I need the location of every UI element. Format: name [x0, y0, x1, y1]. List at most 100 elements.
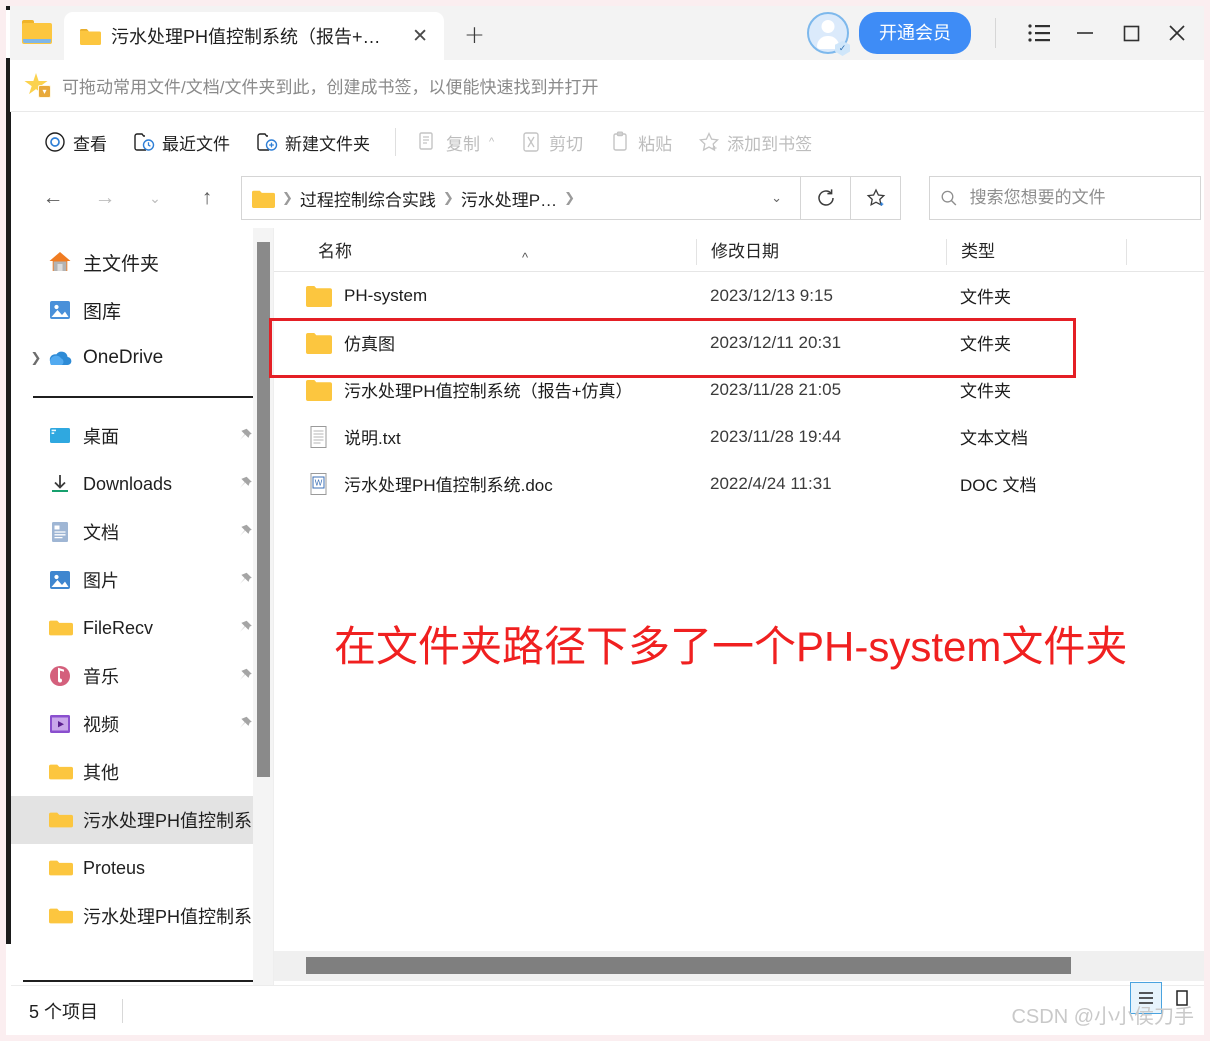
breadcrumb-separator-icon: ❯ — [564, 190, 576, 205]
folder-icon — [49, 812, 73, 828]
column-header-name[interactable]: 名称 ^ — [274, 239, 696, 265]
sidebar-item-home[interactable]: 主文件夹 — [11, 238, 273, 286]
menu-icon[interactable] — [1016, 11, 1062, 55]
close-icon[interactable] — [1154, 11, 1200, 55]
file-date-cell: 2023/11/28 19:44 — [710, 426, 842, 446]
file-name-cell[interactable]: 污水处理PH值控制系统（报告+仿真） — [274, 377, 696, 402]
add-bookmark-button[interactable] — [851, 176, 901, 220]
recent-files-button[interactable]: 最近文件 — [120, 122, 243, 162]
address-bar: ← → ⌄ ↑ ❯ 过程控制综合实践 ❯ 污水处理P… ❯ ⌄ — [11, 173, 1206, 223]
copy-caret-icon: ^ — [489, 136, 495, 148]
sidebar-item-onedrive[interactable]: ❯ OneDrive — [11, 334, 273, 382]
refresh-icon — [817, 189, 834, 206]
table-row[interactable]: W 污水处理PH值控制系统.doc 2022/4/24 11:31 DOC 文档 — [274, 460, 1206, 507]
navigation-sidebar: 主文件夹 图库 ❯ OneDrive 桌面 Downloads 文档 图片 Fi… — [11, 228, 273, 985]
documents-icon — [52, 522, 68, 542]
sidebar-group-quick: 主文件夹 图库 ❯ OneDrive — [11, 228, 273, 398]
sidebar-item-label: 主文件夹 — [83, 253, 160, 275]
sidebar-item-music[interactable]: 音乐 — [11, 652, 273, 700]
bookmark-bar[interactable]: ▾ 可拖动常用文件/文档/文件夹到此，创建成书签，以便能快速找到并打开 — [10, 60, 1206, 112]
sidebar-item-proteus[interactable]: Proteus — [11, 844, 273, 892]
command-toolbar: 查看 最近文件 新建文件夹 复制 ^ 剪切 粘贴 添加到书签 — [11, 113, 1206, 171]
tab-active[interactable]: 污水处理PH值控制系统（报告+仿… ✕ — [64, 12, 444, 60]
breadcrumb[interactable]: ❯ 过程控制综合实践 ❯ 污水处理P… ❯ ⌄ — [241, 176, 801, 220]
file-date-cell: 2022/4/24 11:31 — [710, 473, 832, 493]
sidebar-item-gallery[interactable]: 图库 — [11, 286, 273, 334]
chevron-right-icon[interactable]: ❯ — [25, 350, 47, 366]
sidebar-item-filerecv[interactable]: FileRecv — [11, 604, 273, 652]
table-row[interactable]: PH-system 2023/12/13 9:15 文件夹 — [274, 272, 1206, 319]
copy-button[interactable]: 复制 ^ — [404, 122, 507, 162]
sidebar-item-other[interactable]: 其他 — [11, 748, 273, 796]
new-folder-button[interactable]: 新建文件夹 — [243, 122, 383, 162]
sidebar-item-label: FileRecv — [83, 617, 154, 638]
folder-icon — [306, 379, 332, 401]
column-header-extra[interactable] — [1126, 239, 1206, 265]
pin-icon[interactable] — [236, 620, 253, 637]
sidebar-item-ph-control-system-2[interactable]: 污水处理PH值控制系 — [11, 892, 273, 940]
breadcrumb-item-1[interactable]: 污水处理P… — [461, 186, 557, 211]
minimize-icon[interactable] — [1062, 11, 1108, 55]
forward-button[interactable]: → — [87, 180, 123, 216]
table-row[interactable]: 仿真图 2023/12/11 20:31 文件夹 — [274, 319, 1206, 366]
breadcrumb-item-0[interactable]: 过程控制综合实践 — [300, 186, 436, 211]
pin-icon[interactable] — [236, 716, 253, 733]
refresh-button[interactable] — [801, 176, 851, 220]
up-button[interactable]: ↑ — [189, 180, 225, 216]
view-button-label: 查看 — [73, 134, 107, 154]
sidebar-item-documents[interactable]: 文档 — [11, 508, 273, 556]
sidebar-item-pictures[interactable]: 图片 — [11, 556, 273, 604]
file-name-cell[interactable]: W 污水处理PH值控制系统.doc — [274, 471, 696, 496]
cut-label: 剪切 — [549, 134, 584, 154]
cut-button[interactable]: 剪切 — [507, 122, 596, 162]
sidebar-item-desktop[interactable]: 桌面 — [11, 412, 273, 460]
sidebar-item-videos[interactable]: 视频 — [11, 700, 273, 748]
maximize-icon[interactable] — [1108, 11, 1154, 55]
column-header-date[interactable]: 修改日期 — [696, 239, 946, 265]
path-dropdown-icon[interactable]: ⌄ — [759, 190, 794, 206]
search-box[interactable] — [929, 176, 1201, 220]
paste-button[interactable]: 粘贴 — [596, 122, 685, 162]
item-count-label: 5 个项目 — [29, 1001, 99, 1022]
table-row[interactable]: 污水处理PH值控制系统（报告+仿真） 2023/11/28 21:05 文件夹 — [274, 366, 1206, 413]
sidebar-item-label: 音乐 — [83, 667, 119, 687]
title-bar-right-controls: ✓ 开通会员 — [807, 8, 1200, 58]
file-list-horizontal-scrollbar[interactable] — [274, 951, 1206, 981]
star-plus-icon — [866, 188, 885, 207]
copy-icon — [419, 132, 433, 150]
avatar[interactable]: ✓ — [807, 12, 850, 56]
sidebar-group-pinned: 桌面 Downloads 文档 图片 FileRecv 音乐 视频 其他 污水处… — [11, 412, 273, 940]
pin-icon[interactable] — [236, 572, 253, 589]
file-name-cell[interactable]: 说明.txt — [274, 424, 696, 449]
folder-icon — [49, 860, 73, 876]
view-button[interactable]: 查看 — [31, 122, 120, 162]
file-list-header: 名称 ^ 修改日期 类型 — [274, 228, 1206, 272]
new-folder-label: 新建文件夹 — [285, 134, 370, 154]
sidebar-scrollbar[interactable] — [253, 228, 273, 985]
pin-icon[interactable] — [236, 668, 253, 685]
add-to-bookmarks-button[interactable]: 添加到书签 — [685, 122, 825, 162]
sidebar-item-ph-control-system-selected[interactable]: 污水处理PH值控制系 — [11, 796, 273, 844]
open-membership-button[interactable]: 开通会员 — [859, 12, 971, 54]
status-bar-divider — [122, 998, 124, 1023]
table-row[interactable]: 说明.txt 2023/11/28 19:44 文本文档 — [274, 413, 1206, 460]
column-header-type[interactable]: 类型 — [946, 239, 1126, 265]
sidebar-item-downloads[interactable]: Downloads — [11, 460, 273, 508]
music-icon — [50, 666, 70, 686]
back-button[interactable]: ← — [35, 180, 71, 216]
text-file-icon — [310, 425, 327, 448]
recent-file-icon — [134, 133, 155, 151]
pin-icon[interactable] — [236, 524, 253, 541]
file-name-label: 说明.txt — [344, 429, 401, 448]
file-name-cell[interactable]: PH-system — [274, 285, 696, 307]
file-list-horizontal-scrollbar-thumb[interactable] — [306, 957, 1071, 974]
search-input[interactable] — [969, 188, 1190, 208]
new-tab-button[interactable]: + — [464, 22, 485, 47]
pin-icon[interactable] — [236, 476, 253, 493]
sidebar-scrollbar-thumb[interactable] — [257, 242, 270, 777]
sidebar-item-label: Proteus — [83, 857, 146, 878]
tab-close-icon[interactable]: ✕ — [408, 25, 432, 48]
history-dropdown-button[interactable]: ⌄ — [137, 180, 173, 216]
file-name-cell[interactable]: 仿真图 — [274, 330, 696, 355]
pin-icon[interactable] — [236, 428, 253, 445]
